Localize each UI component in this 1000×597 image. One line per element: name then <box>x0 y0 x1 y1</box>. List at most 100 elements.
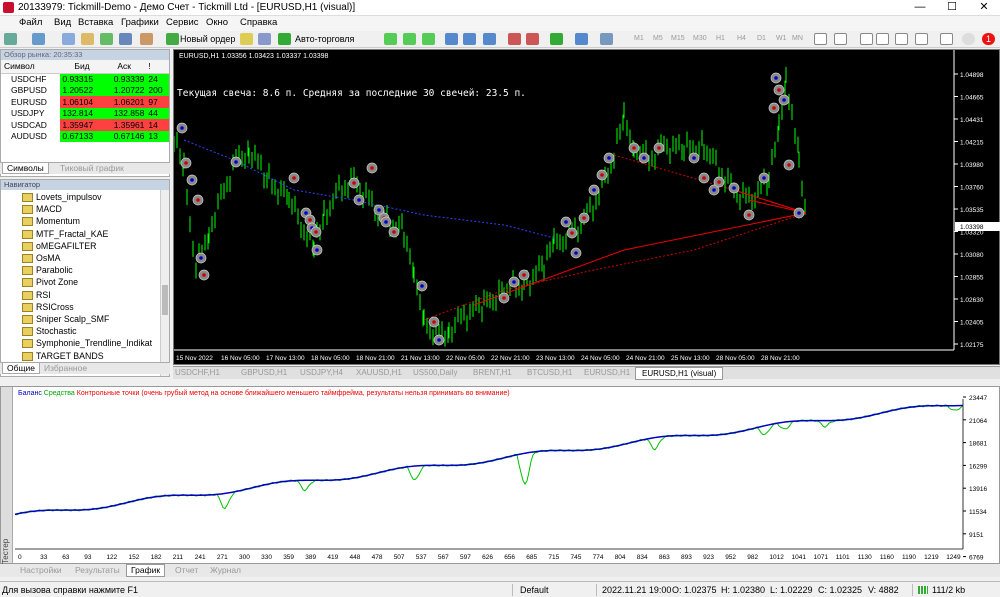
chart-tab[interactable]: US500,Daily <box>413 368 457 377</box>
chart-tab[interactable]: USDCHF,H1 <box>175 368 220 377</box>
zoom-out-icon[interactable] <box>463 33 476 45</box>
navigator-item[interactable]: Pivot Zone <box>22 277 78 289</box>
timeframe-m1[interactable]: M1 <box>634 35 644 42</box>
text-tool-icon[interactable] <box>940 33 953 45</box>
tab-tick-chart[interactable]: Тиковый график <box>56 163 128 174</box>
chart-shift-icon[interactable] <box>508 33 521 45</box>
market-spread: 200 <box>146 84 169 96</box>
price-chart[interactable]: 1.04898 1.04665 1.04431 1.04215 1.03980 1.037… <box>173 49 1000 365</box>
market-row[interactable]: AUDUSD 0.67133 0.67146 13 <box>1 130 169 142</box>
chart-tab[interactable]: USDJPY,H4 <box>300 368 343 377</box>
market-row[interactable]: GBPUSD 1.20522 1.20722 200 <box>1 84 169 96</box>
time-axis-label: 16 Nov 05:00 <box>221 355 260 362</box>
templates-icon[interactable] <box>600 33 613 45</box>
new-order-icon[interactable] <box>166 33 179 45</box>
tab-common[interactable]: Общие <box>2 363 40 374</box>
candlestick-icon[interactable] <box>403 33 416 45</box>
tester-icon[interactable] <box>140 33 153 45</box>
tab-settings[interactable]: Настройки <box>20 565 62 575</box>
data-window-icon[interactable] <box>81 33 94 45</box>
autotrading-icon[interactable] <box>278 33 291 45</box>
timeframe-mn[interactable]: MN <box>792 35 803 42</box>
navigator-item[interactable]: RSICross <box>22 302 74 314</box>
timeframe-h4[interactable]: H4 <box>737 35 746 42</box>
navigator-item[interactable]: Sniper Scalp_SMF <box>22 314 109 326</box>
new-chart-icon[interactable] <box>4 33 17 45</box>
autotrading-button[interactable]: Авто-торговля <box>295 34 354 44</box>
tile-windows-icon[interactable] <box>483 33 496 45</box>
metaeditor-icon[interactable] <box>240 33 253 45</box>
trendline-icon[interactable] <box>895 33 908 45</box>
channel-icon[interactable] <box>915 33 928 45</box>
navigator-item[interactable]: MTF_Fractal_KAE <box>22 229 108 241</box>
new-order-button[interactable]: Новый ордер <box>180 34 235 44</box>
navigator-item[interactable]: Symphonie_Trendline_Indikat <box>22 338 152 350</box>
market-row[interactable]: USDCAD 1.35947 1.35961 14 <box>1 119 169 131</box>
tab-report[interactable]: Отчет <box>175 565 198 575</box>
timeframe-m5[interactable]: M5 <box>653 35 663 42</box>
bar-chart-icon[interactable] <box>384 33 397 45</box>
signals-icon[interactable] <box>258 33 271 45</box>
zoom-in-icon[interactable] <box>445 33 458 45</box>
navigator-item[interactable]: Lovets_impulsov <box>22 192 102 204</box>
column-symbol[interactable]: Символ <box>1 60 61 74</box>
market-row[interactable]: EURUSD 1.06104 1.06201 97 <box>1 96 169 108</box>
menu-insert[interactable]: Вставка <box>78 17 113 28</box>
market-row[interactable]: USDJPY 132.814 132.858 44 <box>1 107 169 119</box>
close-button[interactable]: ✕ <box>968 0 1000 16</box>
timeframe-m30[interactable]: M30 <box>693 35 707 42</box>
profiles-icon[interactable] <box>32 33 45 45</box>
chart-tab-active[interactable]: EURUSD,H1 (visual) <box>635 367 724 380</box>
alerts-badge[interactable]: 1 <box>982 33 995 45</box>
navigator-icon[interactable] <box>100 33 113 45</box>
navigator-item[interactable]: oMEGAFILTER <box>22 241 96 253</box>
tab-symbols[interactable]: Символы <box>2 163 49 174</box>
timeframe-m15[interactable]: M15 <box>671 35 685 42</box>
autoscroll-icon[interactable] <box>526 33 539 45</box>
menu-file[interactable]: Файл <box>19 17 42 28</box>
chart-tab[interactable]: EURUSD,H1 <box>584 368 630 377</box>
market-watch-icon[interactable] <box>62 33 75 45</box>
tab-journal[interactable]: Журнал <box>210 565 241 575</box>
tab-favorites[interactable]: Избранное <box>40 363 91 374</box>
tab-results[interactable]: Результаты <box>75 565 120 575</box>
periods-icon[interactable] <box>575 33 588 45</box>
menu-help[interactable]: Справка <box>240 17 277 28</box>
indicators-icon[interactable] <box>550 33 563 45</box>
navigator-item[interactable]: Parabolic <box>22 265 73 277</box>
navigator-item[interactable]: OsMA <box>22 253 60 265</box>
navigator-item[interactable]: Momentum <box>22 216 80 228</box>
balance-equity-graph[interactable]: 23447 21064 18681 16299 13916 11534 9151 6769 0 3… <box>1 387 999 563</box>
vertical-line-icon[interactable] <box>860 33 873 45</box>
navigator-scrollbar[interactable] <box>160 190 169 376</box>
navigator-item[interactable]: RSI <box>22 290 51 302</box>
maximize-button[interactable]: ☐ <box>936 0 968 16</box>
chart-tab[interactable]: BRENT,H1 <box>473 368 512 377</box>
column-bid[interactable]: Бид <box>60 60 104 74</box>
navigator-scroll-thumb[interactable] <box>162 285 168 315</box>
chart-tab[interactable]: BTCUSD,H1 <box>527 368 572 377</box>
menu-tools[interactable]: Сервис <box>166 17 199 28</box>
timeframe-h1[interactable]: H1 <box>716 35 725 42</box>
column-ask[interactable]: Аск <box>103 60 147 74</box>
terminal-icon[interactable] <box>119 33 132 45</box>
menu-window[interactable]: Окно <box>206 17 228 28</box>
chart-tab[interactable]: XAUUSD,H1 <box>356 368 402 377</box>
line-chart-icon[interactable] <box>422 33 435 45</box>
market-row[interactable]: USDCHF 0.93315 0.93339 24 <box>1 73 169 85</box>
timeframe-w1[interactable]: W1 <box>776 35 787 42</box>
horizontal-line-icon[interactable] <box>876 33 889 45</box>
navigator-item[interactable]: TARGET BANDS <box>22 351 104 363</box>
minimize-button[interactable]: — <box>904 0 936 16</box>
navigator-item[interactable]: MACD <box>22 204 62 216</box>
menu-view[interactable]: Вид <box>54 17 71 28</box>
navigator-item[interactable]: Stochastic <box>22 326 77 338</box>
chart-tab[interactable]: GBPUSD,H1 <box>241 368 287 377</box>
cursor-icon[interactable] <box>814 33 827 45</box>
timeframe-d1[interactable]: D1 <box>757 35 766 42</box>
search-icon[interactable] <box>962 33 975 45</box>
crosshair-icon[interactable] <box>834 33 847 45</box>
column-spread[interactable]: ! <box>146 60 169 74</box>
tab-graph[interactable]: График <box>126 564 166 577</box>
menu-charts[interactable]: Графики <box>121 17 159 28</box>
